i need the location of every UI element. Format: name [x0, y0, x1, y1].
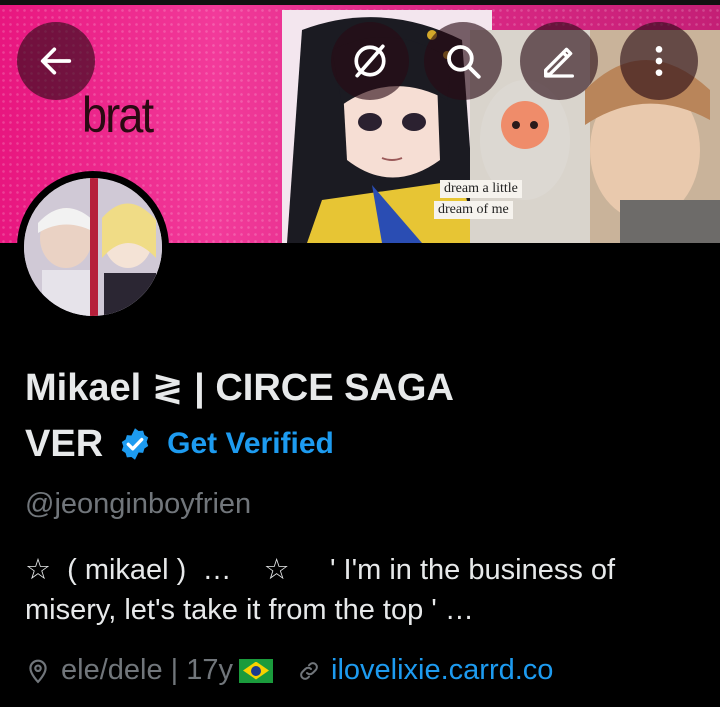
- banner-note-line1: dream a little: [440, 180, 522, 198]
- link-icon: [300, 661, 318, 680]
- get-verified-link[interactable]: Get Verified: [167, 416, 334, 472]
- profile-name: Mikael ≷ | CIRCE SAGA VER Get Verified: [25, 360, 625, 472]
- brazil-flag-icon: [239, 658, 273, 683]
- verified-badge-icon[interactable]: [117, 426, 153, 462]
- banner-note-line2: dream of me: [434, 201, 513, 219]
- avatar[interactable]: [17, 171, 169, 323]
- banner-brat-text: brat: [82, 87, 154, 143]
- profile-handle: @jeonginboyfrien: [25, 488, 252, 520]
- more-vertical-icon: [655, 46, 663, 76]
- bio-line1: ☆ ( mikael ) … ☆ ' I'm in the business o…: [25, 554, 616, 586]
- avatar-image: [24, 178, 162, 316]
- profile-name-line2-row: VER Get Verified: [25, 416, 625, 472]
- status-bar-strip: [0, 0, 720, 5]
- arrow-left-icon: [40, 47, 72, 75]
- back-button[interactable]: [17, 22, 95, 100]
- edit-pencil-icon: [544, 47, 574, 78]
- edit-button[interactable]: [520, 22, 598, 100]
- location-pin-icon: [29, 659, 47, 683]
- bio-line2: misery, let's take it from the top ' …: [25, 594, 474, 626]
- more-button[interactable]: [620, 22, 698, 100]
- profile-name-line2: VER: [25, 423, 104, 465]
- profile-location: ele/dele | 17y: [61, 654, 233, 686]
- hide-eye-slash-icon: [354, 44, 386, 78]
- search-icon: [447, 45, 481, 79]
- search-button[interactable]: [424, 22, 502, 100]
- hide-button[interactable]: [331, 22, 409, 100]
- avatar-illustration: [24, 178, 162, 316]
- profile-bio: ☆ ( mikael ) … ☆ ' I'm in the business o…: [25, 550, 685, 630]
- profile-website-link[interactable]: ilovelixie.carrd.co: [331, 654, 553, 687]
- profile-name-line1: Mikael ≷ | CIRCE SAGA: [25, 367, 454, 409]
- profile-meta: ele/dele | 17y ilovelixie.carrd.co: [25, 654, 553, 687]
